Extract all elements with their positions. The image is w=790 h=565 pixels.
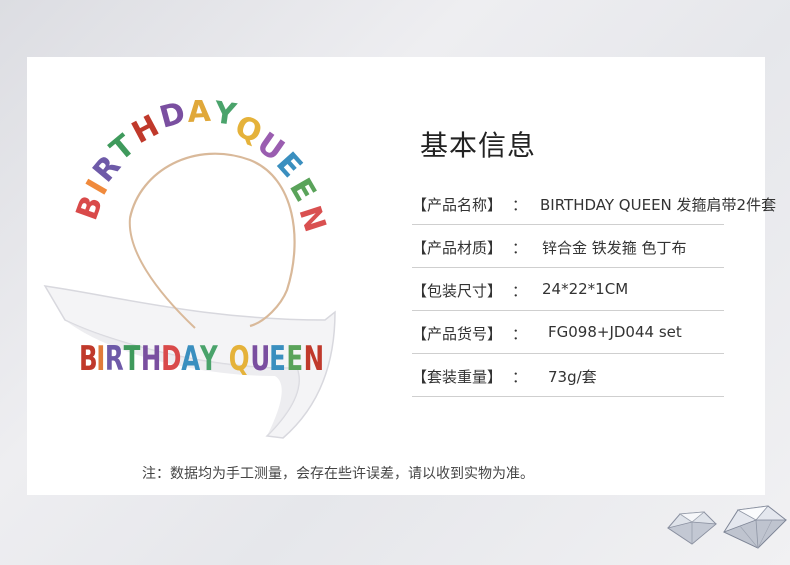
spec-key: 【产品材质】 xyxy=(412,239,503,257)
svg-text:U: U xyxy=(250,339,270,378)
svg-text:A: A xyxy=(181,339,200,378)
measurement-note: 注：数据均为手工测量，会存在些许误差，请以收到实物为准。 xyxy=(142,466,534,482)
spec-separator: ： xyxy=(512,196,528,214)
spec-key: 【包装尺寸】 xyxy=(412,282,503,300)
svg-text:I: I xyxy=(96,339,105,378)
spec-table: 【产品名称】 ： BIRTHDAY QUEEN 发箍肩带2件套 【产品材质】 ：… xyxy=(412,182,776,397)
svg-text:Q: Q xyxy=(229,339,250,378)
spec-row-name: 【产品名称】 ： BIRTHDAY QUEEN 发箍肩带2件套 xyxy=(412,182,776,225)
sash-text: B I R T H D A Y Q U E E N xyxy=(79,339,324,378)
spec-separator: ： xyxy=(512,282,528,300)
spec-row-material: 【产品材质】 ： 锌合金 铁发箍 色丁布 xyxy=(412,225,724,268)
section-title: 基本信息 xyxy=(420,129,537,162)
spec-row-weight: 【套装重量】 ： 73g/套 xyxy=(412,354,724,397)
spec-separator: ： xyxy=(512,368,528,386)
svg-text:Y: Y xyxy=(199,339,218,378)
spec-value: 24*22*1CM xyxy=(542,280,629,298)
svg-text:T: T xyxy=(124,339,141,378)
svg-text:H: H xyxy=(141,339,161,378)
svg-text:E: E xyxy=(269,339,286,378)
svg-text:D: D xyxy=(161,339,181,378)
spec-key: 【套装重量】 xyxy=(412,368,503,386)
svg-text:R: R xyxy=(105,339,124,378)
diamond-icon xyxy=(667,505,787,549)
spec-row-package-size: 【包装尺寸】 ： 24*22*1CM xyxy=(412,268,724,311)
spec-value: FG098+JD044 set xyxy=(548,323,682,341)
tiara-letter: D xyxy=(156,100,189,136)
tiara-letter: A xyxy=(187,100,213,130)
spec-row-item-number: 【产品货号】 ： FG098+JD044 set xyxy=(412,311,724,354)
spec-value: BIRTHDAY QUEEN 发箍肩带2件套 xyxy=(540,196,777,214)
spec-key: 【产品名称】 xyxy=(412,196,503,214)
tiara-letter: N xyxy=(291,202,332,237)
headband-wire xyxy=(128,152,296,328)
spec-value: 锌合金 铁发箍 色丁布 xyxy=(542,239,687,257)
svg-text:E: E xyxy=(286,339,303,378)
spec-value: 73g/套 xyxy=(548,368,597,386)
product-image: B I R T H D A Y Q U E E N B I R T H D A … xyxy=(43,100,336,439)
spec-key: 【产品货号】 xyxy=(412,325,503,343)
svg-text:B: B xyxy=(79,339,98,378)
spec-separator: ： xyxy=(512,239,528,257)
spec-separator: ： xyxy=(512,325,528,343)
svg-text:N: N xyxy=(304,339,324,378)
